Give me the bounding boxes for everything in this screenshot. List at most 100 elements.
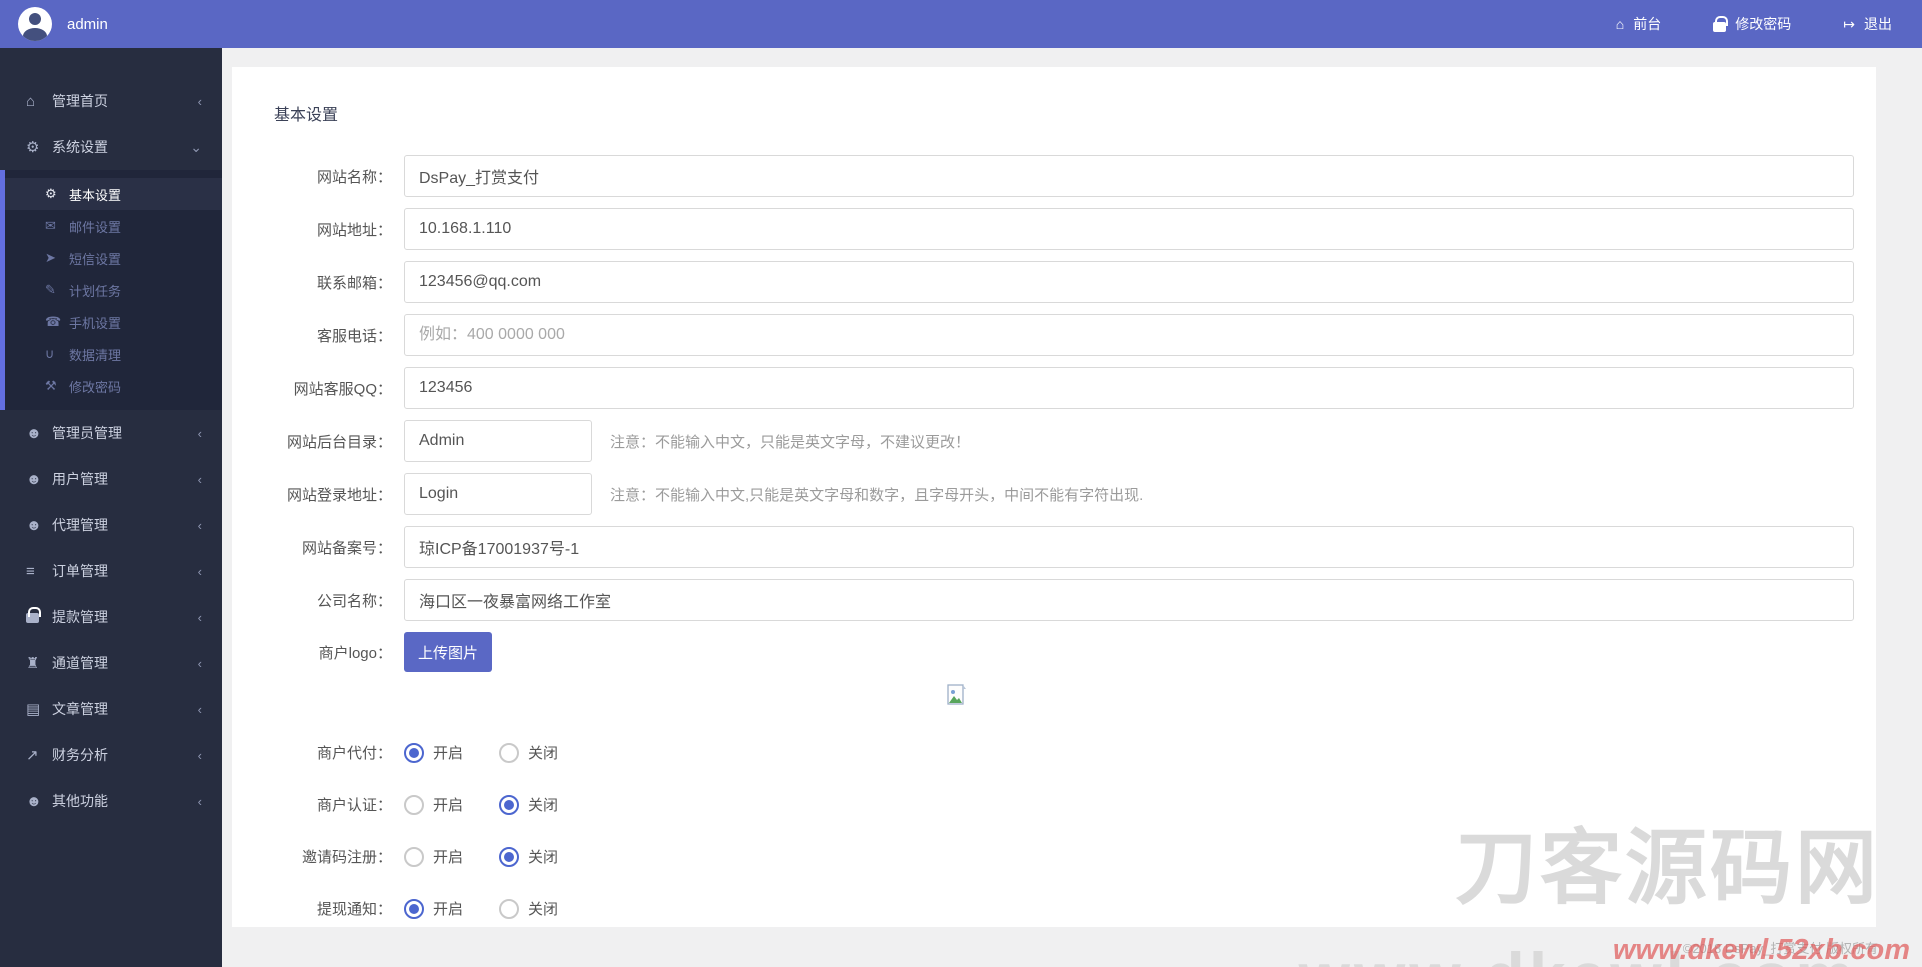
radio-option-off[interactable]: 关闭 [499,794,558,815]
radio-unselected[interactable] [499,742,520,763]
submenu-item-sms-settings[interactable]: ➤ 短信设置 [5,242,222,274]
form-row-site-name: 网站名称： [272,155,1854,197]
radio-option-off[interactable]: 关闭 [499,898,558,919]
lock-icon [26,606,52,627]
sidebar-item-label: 管理首页 [52,93,108,109]
chevron-left-icon: ‹ [197,563,202,579]
radio-option-on[interactable]: 开启 [404,742,463,763]
submenu-item-label: 基本设置 [69,187,122,203]
site-url-input[interactable] [404,208,1854,250]
submenu-item-label: 手机设置 [69,315,122,331]
sidebar-item-label: 用户管理 [52,471,108,487]
system-settings-submenu: ⚙ 基本设置 ✉ 邮件设置 ➤ 短信设置 ✎ 计划任务 ☎ 手机设置 ∪ 数据清… [0,170,222,410]
sidebar-item-other-functions[interactable]: ☻ 其他功能 ‹ [0,778,222,824]
bank-icon: ♜ [26,655,40,672]
icp-number-input[interactable] [404,526,1854,568]
lock-icon [1713,15,1729,32]
logout-link[interactable]: ↦ 退出 [1843,14,1892,34]
radio-selected[interactable] [499,794,520,815]
sidebar-item-article-management[interactable]: ▤ 文章管理 ‹ [0,686,222,732]
list-icon: ≡ [26,562,35,580]
change-password-link[interactable]: 修改密码 [1713,14,1791,34]
radio-unselected[interactable] [499,898,520,919]
sidebar-item-order-management[interactable]: ≡ 订单管理 ‹ [0,548,222,594]
admin-dir-input[interactable] [404,420,592,462]
service-phone-input[interactable] [404,314,1854,356]
sidebar-item-agent-management[interactable]: ☻ 代理管理 ‹ [0,502,222,548]
sidebar-item-label: 系统设置 [52,139,108,155]
submenu-item-label: 修改密码 [69,379,122,395]
sidebar: ⌂ 管理首页 ‹ ⚙ 系统设置 ⌄ ⚙ 基本设置 ✉ 邮件设置 ➤ 短信设置 ✎ [0,48,222,967]
form-row-admin-dir: 网站后台目录： 注意：不能输入中文，只能是英文字母，不建议更改！ [272,420,1854,462]
radio-selected[interactable] [499,846,520,867]
logout-label: 退出 [1864,16,1892,32]
submenu-item-change-password[interactable]: ⚒ 修改密码 [5,370,222,402]
radio-label: 关闭 [528,901,559,918]
sidebar-item-label: 财务分析 [52,747,108,763]
field-label: 网站登录地址： [286,486,392,504]
chart-line-icon: ↗ [26,747,39,764]
submenu-item-mail-settings[interactable]: ✉ 邮件设置 [5,210,222,242]
field-label: 商户认证： [316,797,392,814]
form-row-merchant-logo: 商户logo： 上传图片 [272,632,1854,672]
sidebar-item-channel-management[interactable]: ♜ 通道管理 ‹ [0,640,222,686]
radio-option-on[interactable]: 开启 [404,794,463,815]
users-icon: ☻ [26,470,42,488]
sidebar-item-finance-analysis[interactable]: ↗ 财务分析 ‹ [0,732,222,778]
sidebar-item-system-settings[interactable]: ⚙ 系统设置 ⌄ [0,124,222,170]
edit-icon: ✎ [45,282,56,297]
chevron-down-icon: ⌄ [190,138,202,155]
user-circle-icon: ☻ [26,792,42,810]
submenu-item-mobile-settings[interactable]: ☎ 手机设置 [5,306,222,338]
radio-option-on[interactable]: 开启 [404,898,463,919]
gears-icon: ⚙ [26,139,40,156]
home-icon: ⌂ [1615,16,1625,32]
magnet-icon: ∪ [45,346,55,361]
sidebar-item-withdrawal-management[interactable]: 提款管理 ‹ [0,594,222,640]
site-name-input[interactable] [404,155,1854,197]
submenu-item-data-cleanup[interactable]: ∪ 数据清理 [5,338,222,370]
contact-email-input[interactable] [404,261,1854,303]
form-row-withdraw-notify: 提现通知： 开启 关闭 [272,898,1854,919]
form-row-merchant-auth: 商户认证： 开启 关闭 [272,794,1854,815]
logo-preview [947,684,1854,706]
radio-unselected[interactable] [404,794,424,815]
radio-selected[interactable] [404,898,424,919]
sidebar-item-user-management[interactable]: ☻ 用户管理 ‹ [0,456,222,502]
radio-label: 开启 [433,745,464,762]
radio-label: 开启 [433,901,464,918]
chevron-left-icon: ‹ [197,609,202,625]
submenu-item-cron-tasks[interactable]: ✎ 计划任务 [5,274,222,306]
sidebar-item-label: 订单管理 [52,563,108,579]
envelope-icon: ✉ [45,218,56,233]
chevron-left-icon: ‹ [197,517,202,533]
service-qq-input[interactable] [404,367,1854,409]
field-label: 网站客服QQ： [293,380,392,398]
logout-icon: ↦ [1843,16,1855,32]
sidebar-item-dashboard[interactable]: ⌂ 管理首页 ‹ [0,78,222,124]
field-label: 商户logo： [318,644,392,662]
field-label: 网站后台目录： [286,433,392,451]
radio-unselected[interactable] [404,846,424,867]
change-password-label: 修改密码 [1735,16,1792,32]
company-name-input[interactable] [404,579,1854,621]
submenu-item-basic-settings[interactable]: ⚙ 基本设置 [5,178,222,210]
submenu-item-label: 邮件设置 [69,219,122,235]
radio-option-off[interactable]: 关闭 [499,742,558,763]
sidebar-item-label: 通道管理 [52,655,108,671]
radio-selected[interactable] [404,742,424,763]
radio-option-off[interactable]: 关闭 [499,846,558,867]
login-url-input[interactable] [404,473,592,515]
submenu-item-label: 计划任务 [69,283,122,299]
sidebar-item-admin-management[interactable]: ☻ 管理员管理 ‹ [0,410,222,456]
field-note: 注意：不能输入中文,只能是英文字母和数字，且字母开头，中间不能有字符出现. [610,486,1144,504]
topbar-user-area[interactable]: admin [18,7,108,41]
frontend-link[interactable]: ⌂ 前台 [1616,14,1661,34]
radio-option-on[interactable]: 开启 [404,846,463,867]
radio-label: 开启 [433,849,464,866]
field-label: 联系邮箱： [316,274,392,292]
field-label: 公司名称： [316,592,392,610]
user-circle-icon: ☻ [26,424,42,442]
field-note: 注意：不能输入中文，只能是英文字母，不建议更改！ [610,433,971,451]
upload-image-button[interactable]: 上传图片 [404,632,492,672]
